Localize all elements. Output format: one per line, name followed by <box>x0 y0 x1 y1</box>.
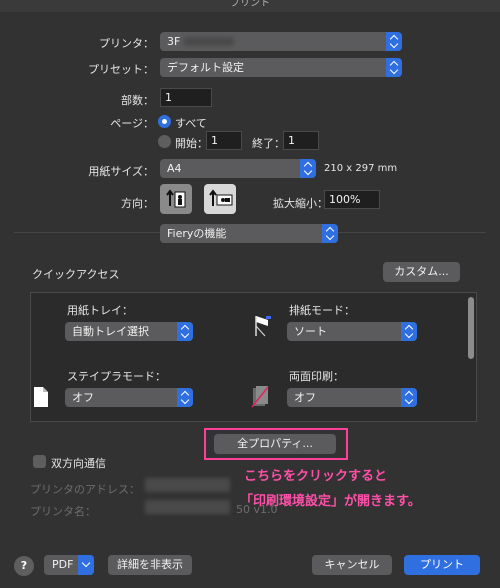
paper-tray-select[interactable]: 自動トレイ選択 <box>65 322 193 341</box>
pages-to-label: 終了： <box>252 137 285 150</box>
pages-from-label: 開始： <box>175 137 208 150</box>
section-select[interactable]: Fieryの機能 <box>160 224 338 243</box>
output-mode-value: ソート <box>294 325 327 338</box>
window-title: プリント <box>0 0 500 12</box>
chevron-updown-icon <box>322 224 338 243</box>
paper-dimensions: 210 x 297 mm <box>324 163 398 174</box>
landscape-icon <box>209 189 233 206</box>
bidirectional-label: 双方向通信 <box>51 457 106 470</box>
orientation-landscape-button[interactable] <box>204 184 236 214</box>
printer-value: 3F <box>167 35 181 48</box>
printer-name-redacted <box>184 37 234 46</box>
scale-label: 拡大縮小： <box>273 197 328 210</box>
hide-details-button[interactable]: 詳細を非表示 <box>108 555 192 575</box>
help-button[interactable]: ? <box>14 556 34 576</box>
duplex-off-icon <box>251 386 269 408</box>
paper-size-label: 用紙サイズ： <box>88 165 154 178</box>
chevron-updown-icon <box>386 58 402 77</box>
copies-input[interactable]: 1 <box>160 88 212 107</box>
annotation-line-1: こちらをクリックすると <box>244 469 388 484</box>
chevron-updown-icon <box>177 388 193 407</box>
duplex-value: オフ <box>294 391 316 404</box>
chevron-updown-icon <box>386 32 402 51</box>
paper-tray-label: 用紙トレイ： <box>67 304 133 317</box>
pdf-menu-button[interactable]: PDF <box>44 555 94 575</box>
quick-access-title: クイックアクセス <box>32 268 120 281</box>
pages-to-input[interactable]: 1 <box>283 131 319 150</box>
annotation-line-2: 「印刷環境設定」が開きます。 <box>240 494 421 509</box>
section-value: Fieryの機能 <box>167 227 227 240</box>
cancel-button[interactable]: キャンセル <box>312 555 392 575</box>
duplex-select[interactable]: オフ <box>287 388 417 407</box>
printer-address-redacted <box>145 478 230 492</box>
copies-label: 部数： <box>121 94 154 107</box>
printer-name-redacted <box>145 500 230 514</box>
bidirectional-checkbox[interactable] <box>33 455 46 468</box>
all-properties-button[interactable]: 全プロパティ... <box>214 434 336 454</box>
output-tray-icon <box>255 316 271 337</box>
customize-button[interactable]: カスタム... <box>383 262 460 282</box>
print-button[interactable]: プリント <box>404 555 480 575</box>
output-mode-select[interactable]: ソート <box>287 322 417 341</box>
quick-access-panel: 用紙トレイ： 自動トレイ選択 排紙モード： ソート ステイプラモード： オフ 両… <box>30 292 477 422</box>
paper-size-value: A4 <box>167 162 182 175</box>
preset-value: デフォルト設定 <box>167 61 244 74</box>
printer-name-label: プリンタ名： <box>30 505 96 518</box>
orientation-portrait-button[interactable] <box>160 184 192 214</box>
preset-select[interactable]: デフォルト設定 <box>160 58 402 77</box>
document-icon <box>34 387 48 407</box>
pages-all-radio[interactable] <box>158 115 171 128</box>
pages-label: ページ： <box>110 117 154 130</box>
staple-mode-value: オフ <box>72 391 94 404</box>
paper-size-select[interactable]: A4 <box>160 159 316 178</box>
chevron-updown-icon <box>177 322 193 341</box>
scale-input[interactable]: 100% <box>324 190 380 209</box>
chevron-updown-icon <box>401 388 417 407</box>
printer-select[interactable]: 3F <box>160 32 402 51</box>
staple-mode-select[interactable]: オフ <box>65 388 193 407</box>
duplex-label: 両面印刷： <box>289 370 344 383</box>
paper-tray-value: 自動トレイ選択 <box>72 325 149 338</box>
panel-scrollbar[interactable] <box>467 295 475 419</box>
output-mode-label: 排紙モード： <box>289 304 355 317</box>
chevron-updown-icon <box>300 159 316 178</box>
pages-from-input[interactable]: 1 <box>206 131 242 150</box>
chevron-updown-icon <box>401 322 417 341</box>
pages-all-label: すべて <box>175 117 207 130</box>
printer-label: プリンタ： <box>99 37 154 50</box>
pdf-label: PDF <box>52 558 74 571</box>
portrait-icon <box>166 189 186 208</box>
orientation-label: 方向： <box>121 197 154 210</box>
pages-range-radio[interactable] <box>158 135 171 148</box>
preset-label: プリセット： <box>88 63 154 76</box>
chevron-down-icon <box>78 555 94 575</box>
printer-address-label: プリンタのアドレス： <box>30 483 140 496</box>
staple-mode-label: ステイプラモード： <box>67 370 166 383</box>
scrollbar-thumb[interactable] <box>468 297 474 359</box>
